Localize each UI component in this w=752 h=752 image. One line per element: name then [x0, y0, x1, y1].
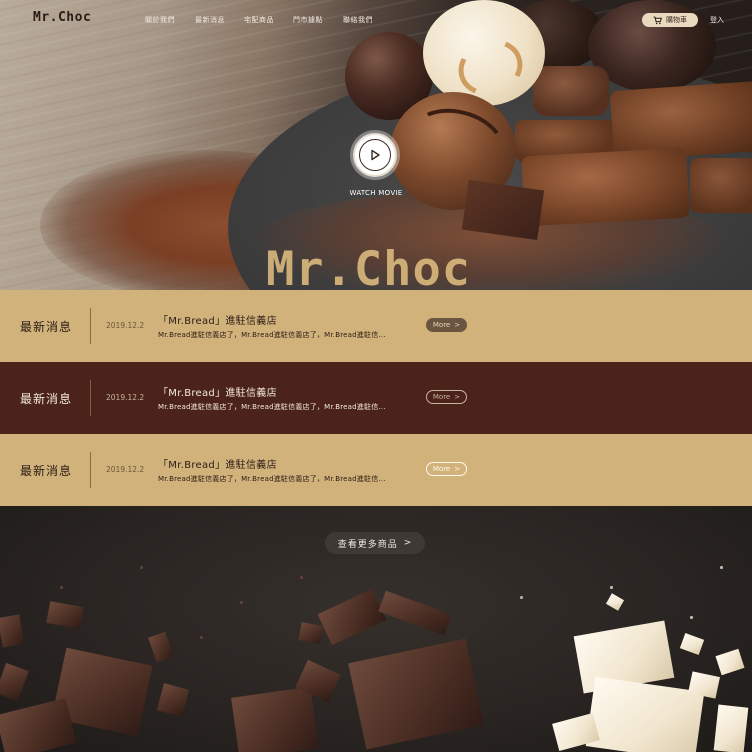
news-item: 最新消息 2019.12.2 「Mr.Bread」進駐信義店 Mr.Bread進… [0, 290, 752, 362]
news-snippet: Mr.Bread進駐信義店了，Mr.Bread進駐信義店了，Mr.Bread進駐… [158, 331, 386, 339]
chocolate-chunk-image [148, 631, 174, 663]
play-icon [371, 149, 380, 161]
chocolate-chunk-image [156, 683, 190, 717]
news-date: 2019.12.2 [106, 321, 145, 330]
news-section-label: 最新消息 [20, 320, 73, 334]
chocolate-chunk-image [461, 179, 545, 241]
chocolate-bar-image [690, 158, 752, 213]
divider [90, 452, 91, 488]
view-more-products-button[interactable]: 查看更多商品 > [325, 532, 425, 554]
news-title[interactable]: 「Mr.Bread」進駐信義店 [158, 456, 277, 471]
nav-link-stores[interactable]: 門市據點 [293, 15, 323, 25]
more-button[interactable]: More > [426, 318, 467, 332]
news-item: 最新消息 2019.12.2 「Mr.Bread」進駐信義店 Mr.Bread進… [0, 434, 752, 506]
nav-link-contact[interactable]: 聯絡我們 [343, 15, 373, 25]
cart-button[interactable]: 購物車 [642, 13, 698, 27]
cart-icon [653, 16, 662, 24]
more-label: More [432, 393, 451, 401]
news-section-label: 最新消息 [20, 392, 73, 406]
watch-movie-label: WATCH MOVIE [349, 189, 403, 197]
news-date: 2019.12.2 [106, 393, 145, 402]
news-date: 2019.12.2 [106, 465, 145, 474]
more-label: More [432, 321, 451, 329]
news-title[interactable]: 「Mr.Bread」進駐信義店 [158, 312, 277, 327]
news-item: 最新消息 2019.12.2 「Mr.Bread」進駐信義店 Mr.Bread進… [0, 362, 752, 434]
more-label: More [432, 465, 451, 473]
white-chocolate-chunk-image [713, 704, 749, 752]
chocolate-chunk-image [348, 638, 484, 750]
news-snippet: Mr.Bread進駐信義店了，Mr.Bread進駐信義店了，Mr.Bread進駐… [158, 475, 386, 483]
view-more-label: 查看更多商品 [337, 539, 398, 550]
chocolate-chunk-image [231, 686, 319, 752]
chocolate-bar-image [521, 147, 690, 227]
white-chocolate-chunk-image [585, 676, 705, 752]
white-chocolate-chunk-image [605, 593, 625, 611]
chocolate-chunk-image [298, 622, 324, 644]
more-button[interactable]: More > [426, 390, 467, 404]
play-video-button[interactable] [353, 133, 397, 177]
chevron-right-icon: > [403, 538, 413, 548]
hero-banner: Mr.Choc 關於我們 最新消息 宅配商品 門市據點 聯絡我們 購物車 登入 … [0, 0, 752, 290]
divider [90, 380, 91, 416]
nav-link-delivery[interactable]: 宅配商品 [244, 15, 274, 25]
chevron-right-icon: > [454, 321, 461, 329]
login-link[interactable]: 登入 [710, 15, 724, 25]
chocolate-chunk-image [0, 662, 29, 702]
chevron-right-icon: > [454, 393, 461, 401]
hero-brand-title: Mr.Choc [266, 242, 472, 290]
divider [90, 308, 91, 344]
chocolate-chunk-image [317, 588, 387, 646]
news-section-label: 最新消息 [20, 464, 73, 478]
more-button[interactable]: More > [426, 462, 467, 476]
top-navigation: Mr.Choc 關於我們 最新消息 宅配商品 門市據點 聯絡我們 購物車 登入 [0, 0, 752, 40]
chocolate-chunk-image [0, 697, 77, 752]
chevron-right-icon: > [454, 465, 461, 473]
chocolate-piece-image [533, 66, 609, 116]
cart-label: 購物車 [666, 16, 687, 24]
white-chocolate-chunk-image [715, 648, 745, 676]
chocolate-chunk-image [0, 614, 25, 648]
chocolate-chunk-image [378, 590, 452, 636]
news-snippet: Mr.Bread進駐信義店了，Mr.Bread進駐信義店了，Mr.Bread進駐… [158, 403, 386, 411]
news-title[interactable]: 「Mr.Bread」進駐信義店 [158, 384, 277, 399]
nav-link-about[interactable]: 關於我們 [145, 15, 175, 25]
chocolate-chunk-image [46, 601, 84, 629]
site-logo[interactable]: Mr.Choc [33, 10, 91, 25]
nav-link-news[interactable]: 最新消息 [195, 15, 225, 25]
white-chocolate-chunk-image [679, 633, 705, 655]
products-section: 查看更多商品 > [0, 506, 752, 752]
